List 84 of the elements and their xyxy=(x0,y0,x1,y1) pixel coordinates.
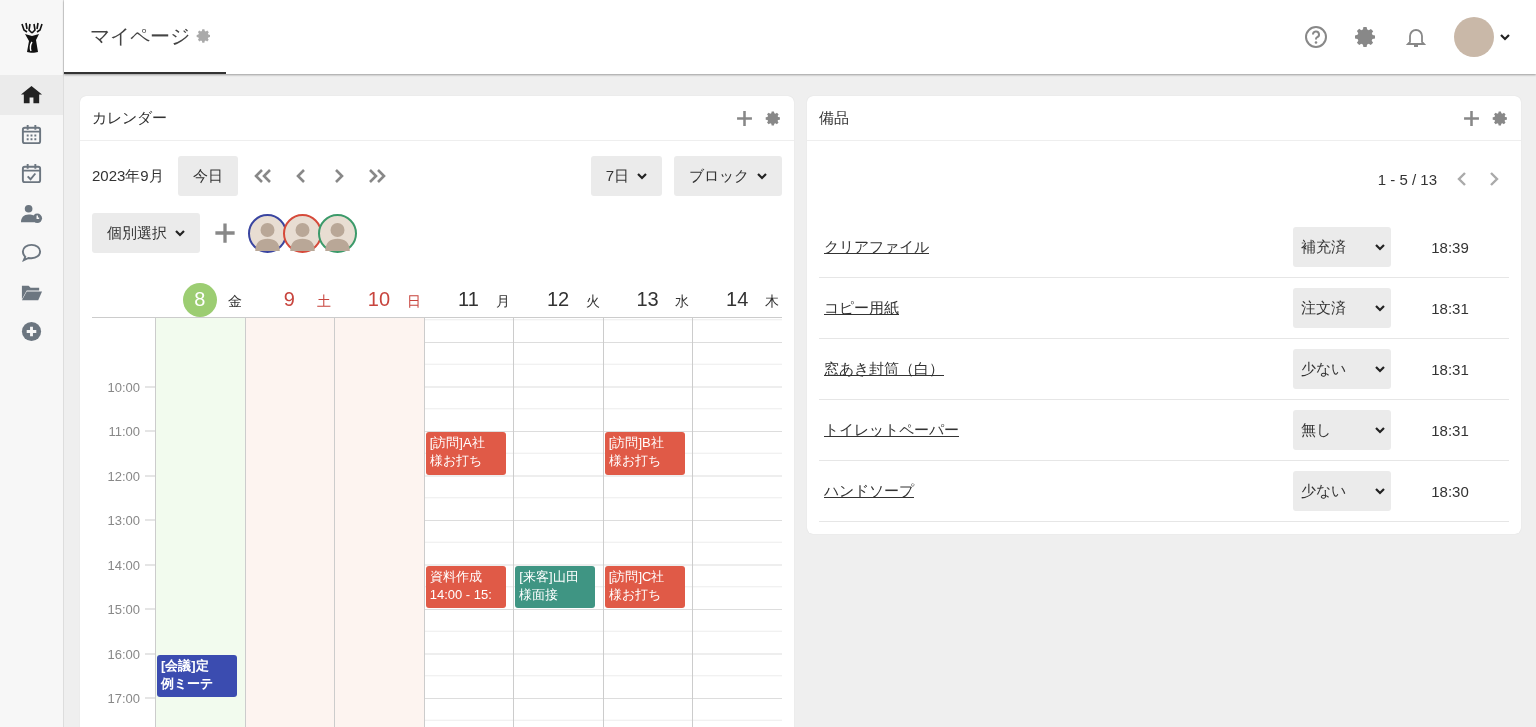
item-link[interactable]: クリアファイル xyxy=(824,237,929,257)
time-label: 14:00 xyxy=(107,557,155,572)
chevron-down-icon xyxy=(1375,426,1385,434)
member-avatar[interactable] xyxy=(318,213,357,253)
status-select[interactable]: 少ない xyxy=(1293,471,1391,511)
updated-time: 18:31 xyxy=(1430,421,1470,439)
chevron-down-icon xyxy=(1500,33,1510,41)
chevron-down-icon xyxy=(1375,487,1385,495)
updated-time: 18:30 xyxy=(1430,482,1470,500)
settings-icon[interactable] xyxy=(765,109,782,127)
item-link[interactable]: トイレットペーパー xyxy=(824,420,959,440)
updated-time: 18:31 xyxy=(1430,360,1470,378)
weekday-label: 日 xyxy=(406,293,421,311)
status-select[interactable]: 少ない xyxy=(1293,349,1391,389)
status-select[interactable]: 注文済 xyxy=(1293,288,1391,328)
day-number[interactable]: 13 xyxy=(636,288,659,311)
add-icon[interactable] xyxy=(214,222,236,244)
time-label: 12:00 xyxy=(107,468,155,483)
weekday-label: 月 xyxy=(496,293,511,311)
calendar-event[interactable]: [来客]山田 様面接 xyxy=(515,565,596,608)
today-button[interactable]: 今日 xyxy=(177,156,238,196)
page-tab[interactable]: マイページ xyxy=(64,0,226,74)
weekday-label: 金 xyxy=(227,293,242,311)
chevron-down-icon xyxy=(1375,243,1385,251)
weekday-label: 火 xyxy=(585,293,600,311)
day-column[interactable]: [訪問]B社 様お打ち [訪問]C社 様お打ち xyxy=(602,318,693,727)
chevron-down-icon xyxy=(1375,365,1385,373)
help-icon[interactable] xyxy=(1304,25,1328,49)
weekday-label: 水 xyxy=(675,293,690,311)
day-column[interactable]: [訪問]A社 様お打ち 資料作成 14:00 - 15: xyxy=(423,318,514,727)
time-label: 15:00 xyxy=(107,601,155,617)
day-column[interactable]: [来客]山田 様面接 xyxy=(513,318,603,727)
chevron-down-icon xyxy=(175,229,185,237)
view-select[interactable]: ブロック xyxy=(674,156,782,196)
sidebar-item[interactable] xyxy=(0,75,63,115)
item-link[interactable]: ハンドソープ xyxy=(824,481,914,501)
calendar-check-icon xyxy=(20,162,43,186)
member-select[interactable]: 個別選択 xyxy=(92,213,200,253)
day-number[interactable]: 9 xyxy=(283,288,295,311)
calendar-event[interactable]: [訪問]C社 様お打ち xyxy=(604,565,685,608)
item-link[interactable]: コピー用紙 xyxy=(824,298,899,318)
day-column[interactable]: [会議]定 例ミーテ xyxy=(155,318,245,727)
day-number[interactable]: 14 xyxy=(726,288,749,311)
time-label: 17:00 xyxy=(107,690,155,706)
chevron-right-icon[interactable] xyxy=(1487,170,1501,188)
weekday-label: 土 xyxy=(317,293,332,311)
pagination-label: 1 - 5 / 13 xyxy=(1377,170,1437,188)
calendar-event[interactable]: [会議]定 例ミーテ xyxy=(157,654,237,697)
day-number[interactable]: 12 xyxy=(546,288,570,311)
chevron-down-icon xyxy=(757,172,767,180)
chevron-down-icon xyxy=(637,172,647,180)
month-label: 2023年9月 xyxy=(92,166,164,186)
time-label: 10:00 xyxy=(107,379,155,394)
day-number[interactable]: 11 xyxy=(458,288,479,311)
member-avatar[interactable] xyxy=(248,213,287,253)
status-select[interactable]: 無し xyxy=(1293,410,1391,450)
settings-icon[interactable] xyxy=(1354,25,1378,49)
add-icon[interactable] xyxy=(736,109,753,127)
range-select[interactable]: 7日 xyxy=(590,156,662,196)
calendar-icon xyxy=(20,122,43,146)
user-avatar[interactable] xyxy=(1454,17,1494,57)
time-label: 16:00 xyxy=(107,646,155,661)
chat-icon xyxy=(20,241,43,265)
member-avatar[interactable] xyxy=(283,213,322,253)
item-link[interactable]: 窓あき封筒（白） xyxy=(824,359,944,379)
updated-time: 18:39 xyxy=(1430,238,1470,256)
time-label: 11:00 xyxy=(108,423,155,439)
calendar-event[interactable]: [訪問]B社 様お打ち xyxy=(604,432,685,475)
add-icon[interactable] xyxy=(1463,109,1480,127)
updated-time: 18:31 xyxy=(1430,299,1470,317)
calendar-event[interactable]: 資料作成 14:00 - 15: xyxy=(425,565,506,608)
add-circle-icon xyxy=(20,320,43,344)
status-select[interactable]: 補充済 xyxy=(1293,227,1391,267)
chevron-down-icon xyxy=(1375,304,1385,312)
chevron-left-icon[interactable] xyxy=(1455,170,1469,188)
settings-icon[interactable] xyxy=(196,28,212,44)
time-label: 13:00 xyxy=(107,512,155,528)
calendar-event[interactable]: [訪問]A社 様お打ち xyxy=(425,432,506,475)
weekday-label: 木 xyxy=(765,293,779,311)
card-title: 備品 xyxy=(819,108,850,128)
card-title: カレンダー xyxy=(92,108,168,128)
settings-icon[interactable] xyxy=(1492,109,1509,127)
deer-head-logo[interactable] xyxy=(18,21,45,54)
day-number[interactable]: 10 xyxy=(367,288,391,311)
